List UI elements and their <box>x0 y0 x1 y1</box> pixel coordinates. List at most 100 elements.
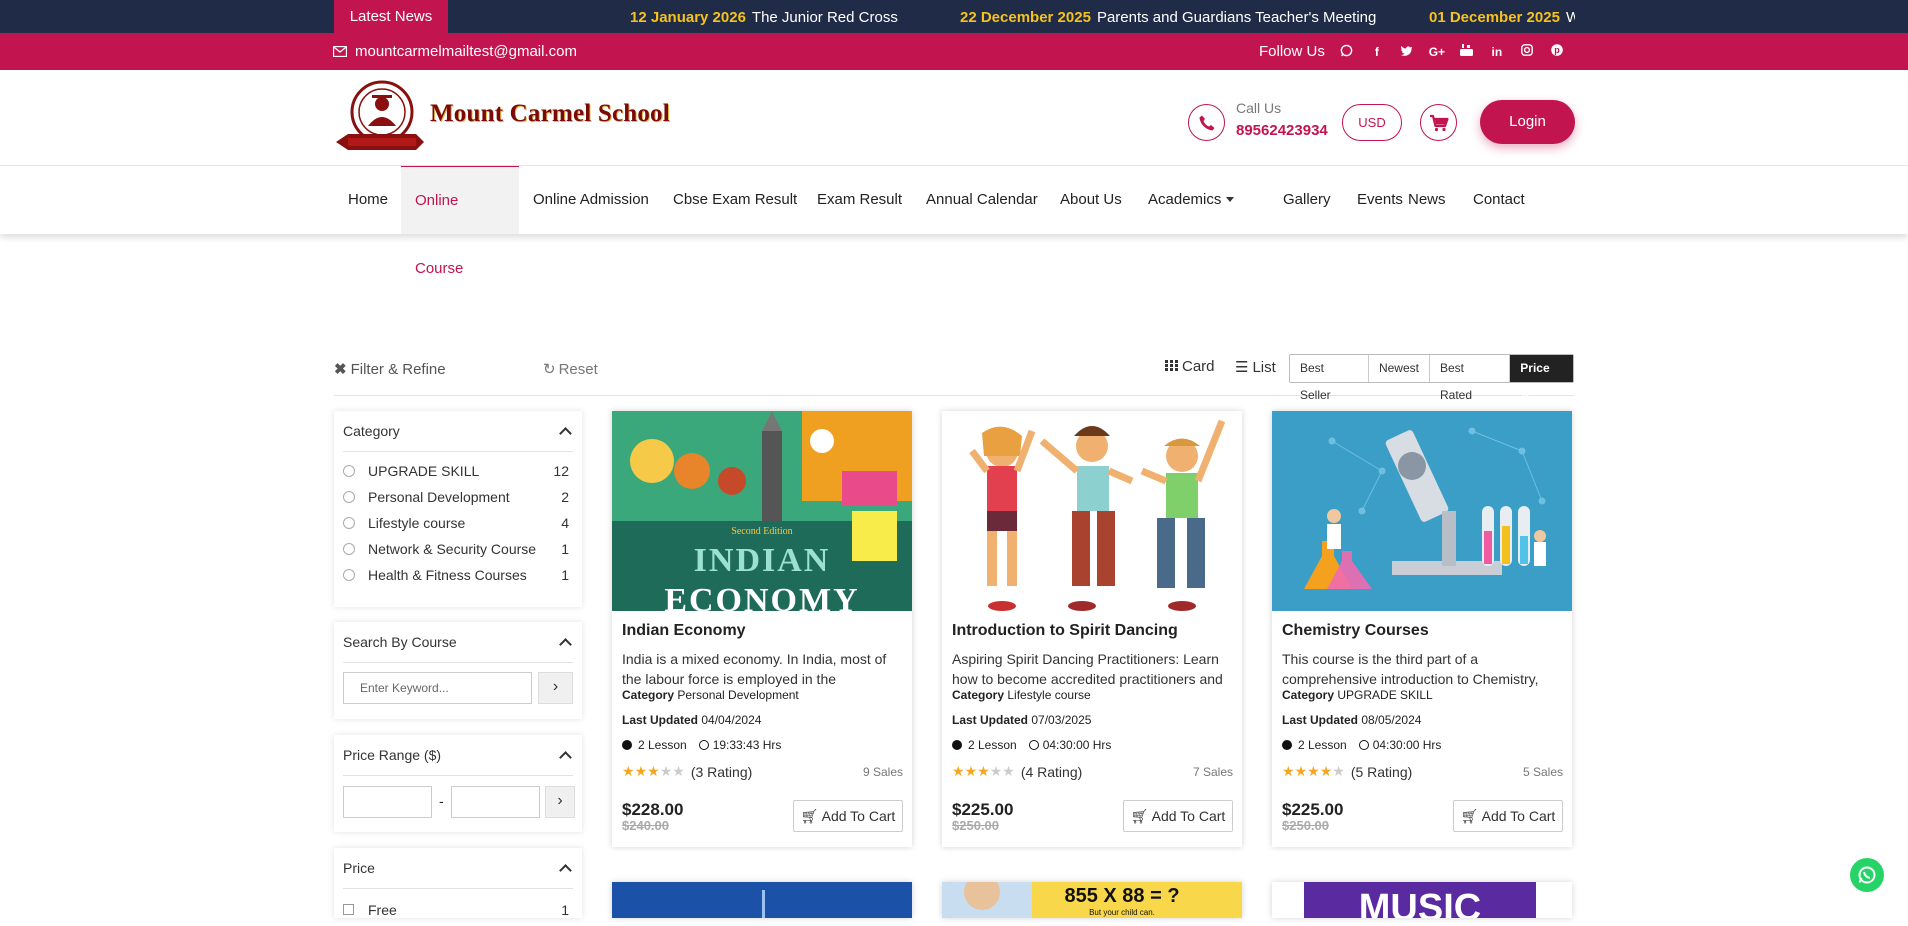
checkbox[interactable] <box>343 904 354 915</box>
radio-button[interactable] <box>343 569 355 581</box>
call-us-label: Call Us <box>1236 100 1282 116</box>
add-to-cart-button[interactable]: 🛒︎ Add To Cart <box>1453 800 1563 832</box>
school-name[interactable]: Mount Carmel School <box>430 100 670 128</box>
nav-about-us[interactable]: About Us <box>1046 166 1136 234</box>
star-icon: ★ <box>672 763 685 779</box>
course-rating: ★ ★ ★ ★ ★ (3 Rating) <box>622 763 753 780</box>
filter-refine[interactable]: ✖ Filter & Refine <box>334 360 446 378</box>
price-option[interactable]: Free 1 <box>343 900 569 926</box>
category-option[interactable]: Network & Security Course 1 <box>343 539 569 565</box>
course-card[interactable]: Introduction to Spirit Dancing Aspiring … <box>942 411 1242 847</box>
latest-news-label: Latest News <box>334 0 448 33</box>
google-plus-icon[interactable]: G+ <box>1427 45 1447 59</box>
sort-newest[interactable]: Newest <box>1367 355 1429 382</box>
star-icon: ★ <box>964 763 978 779</box>
nav-cbse-exam-result[interactable]: Cbse Exam Result <box>659 166 811 234</box>
course-title[interactable]: Introduction to Spirit Dancing <box>952 622 1178 640</box>
nav-home[interactable]: Home <box>334 166 402 234</box>
category-option[interactable]: Health & Fitness Courses 1 <box>343 565 569 591</box>
contact-bar: mountcarmelmailtest@gmail.com Follow Us … <box>0 33 1908 70</box>
reset-button[interactable]: ↻ Reset <box>543 360 598 378</box>
nav-online-course[interactable]: Online Course <box>401 166 519 277</box>
course-title[interactable]: Chemistry Courses <box>1282 622 1429 640</box>
star-icon: ★ <box>1307 763 1320 779</box>
category-option[interactable]: Personal Development 2 <box>343 487 569 513</box>
search-submit-button[interactable]: › <box>538 672 573 704</box>
course-image <box>942 411 1242 611</box>
course-card[interactable]: Chemistry Courses This course is the thi… <box>1272 411 1572 847</box>
whatsapp-icon[interactable] <box>1337 44 1357 60</box>
list-view-toggle[interactable]: ☰ List <box>1235 358 1276 376</box>
sort-price[interactable]: Price ⇅ <box>1509 355 1574 402</box>
follow-us-label: Follow Us <box>1259 43 1325 60</box>
nav-exam-result[interactable]: Exam Result <box>803 166 916 234</box>
play-icon <box>952 740 962 750</box>
divider <box>343 451 573 452</box>
radio-button[interactable] <box>343 465 355 477</box>
news-item[interactable]: 01 December 2025Wir <box>1429 0 1575 33</box>
radio-button[interactable] <box>343 491 355 503</box>
sort-best-rated[interactable]: Best Rated <box>1428 355 1510 402</box>
course-old-price: $250.00 <box>952 818 999 833</box>
course-title[interactable]: Indian Economy <box>622 622 746 640</box>
course-card-partial[interactable]: MUSIC <box>1272 882 1572 918</box>
course-card-partial[interactable] <box>612 882 912 918</box>
refresh-icon: ↻ <box>543 361 556 378</box>
phone-icon <box>1188 104 1225 141</box>
pinterest-icon[interactable]: p <box>1547 44 1567 59</box>
max-price-input[interactable] <box>451 786 540 818</box>
price-title: Price <box>343 860 375 876</box>
course-price: $225.00 <box>1282 800 1344 819</box>
course-card-partial[interactable]: 855 X 88 = ? But your child can. <box>942 882 1242 918</box>
star-icon: ★ <box>989 763 1003 779</box>
close-icon: ✖ <box>334 361 347 378</box>
nav-annual-calendar[interactable]: Annual Calendar <box>912 166 1052 234</box>
card-view-toggle[interactable]: Card <box>1165 358 1215 375</box>
whatsapp-chat-button[interactable] <box>1850 858 1884 892</box>
email-link[interactable]: mountcarmelmailtest@gmail.com <box>333 33 577 70</box>
twitter-icon[interactable] <box>1397 45 1417 59</box>
course-old-price: $240.00 <box>622 818 669 833</box>
chevron-up-icon[interactable] <box>559 751 572 764</box>
sort-best-seller[interactable]: Best Seller <box>1290 355 1368 402</box>
course-category: Category Personal Development <box>622 688 799 702</box>
star-icon: ★ <box>647 763 660 779</box>
nav-academics[interactable]: Academics <box>1134 166 1251 234</box>
chevron-up-icon[interactable] <box>559 864 572 877</box>
add-to-cart-button[interactable]: 🛒︎ Add To Cart <box>1123 800 1233 832</box>
facebook-icon[interactable]: f <box>1367 45 1387 59</box>
radio-button[interactable] <box>343 517 355 529</box>
image-text: MUSIC <box>1359 887 1481 918</box>
chevron-up-icon[interactable] <box>559 638 572 651</box>
radio-button[interactable] <box>343 543 355 555</box>
login-button[interactable]: Login <box>1480 100 1575 144</box>
instagram-icon[interactable] <box>1517 44 1537 59</box>
category-option[interactable]: UPGRADE SKILL 12 <box>343 461 569 487</box>
price-submit-button[interactable]: › <box>545 786 575 818</box>
youtube-icon[interactable] <box>1457 44 1477 59</box>
course-card[interactable]: Second Edition INDIAN ECONOMY Indian Eco… <box>612 411 912 847</box>
currency-selector[interactable]: USD <box>1342 104 1402 141</box>
nav-contact[interactable]: Contact <box>1459 166 1539 234</box>
nav-gallery[interactable]: Gallery <box>1269 166 1345 234</box>
min-price-input[interactable] <box>343 786 432 818</box>
search-title: Search By Course <box>343 634 457 650</box>
category-option[interactable]: Lifestyle course 4 <box>343 513 569 539</box>
nav-online-admission[interactable]: Online Admission <box>519 166 663 234</box>
cart-button[interactable] <box>1420 104 1457 141</box>
news-item[interactable]: 22 December 2025 Parents and Guardians Te… <box>960 0 1376 33</box>
nav-news[interactable]: News <box>1394 166 1460 234</box>
keyword-search-input[interactable]: Enter Keyword... <box>343 672 532 704</box>
chevron-up-icon[interactable] <box>559 427 572 440</box>
image-text: 855 X 88 = ? <box>1064 885 1179 907</box>
course-updated: Last Updated 04/04/2024 <box>622 713 762 727</box>
grid-icon <box>1165 360 1178 371</box>
news-item[interactable]: 12 January 2026 The Junior Red Cross <box>630 0 898 33</box>
add-to-cart-button[interactable]: 🛒︎ Add To Cart <box>793 800 903 832</box>
linkedin-icon[interactable]: in <box>1487 45 1507 59</box>
phone-number[interactable]: 89562423934 <box>1236 122 1328 139</box>
course-rating: ★ ★ ★ ★ ★ (5 Rating) <box>1282 763 1413 780</box>
clock-icon <box>1358 740 1369 750</box>
site-header <box>0 70 1908 166</box>
school-logo[interactable] <box>334 78 426 158</box>
